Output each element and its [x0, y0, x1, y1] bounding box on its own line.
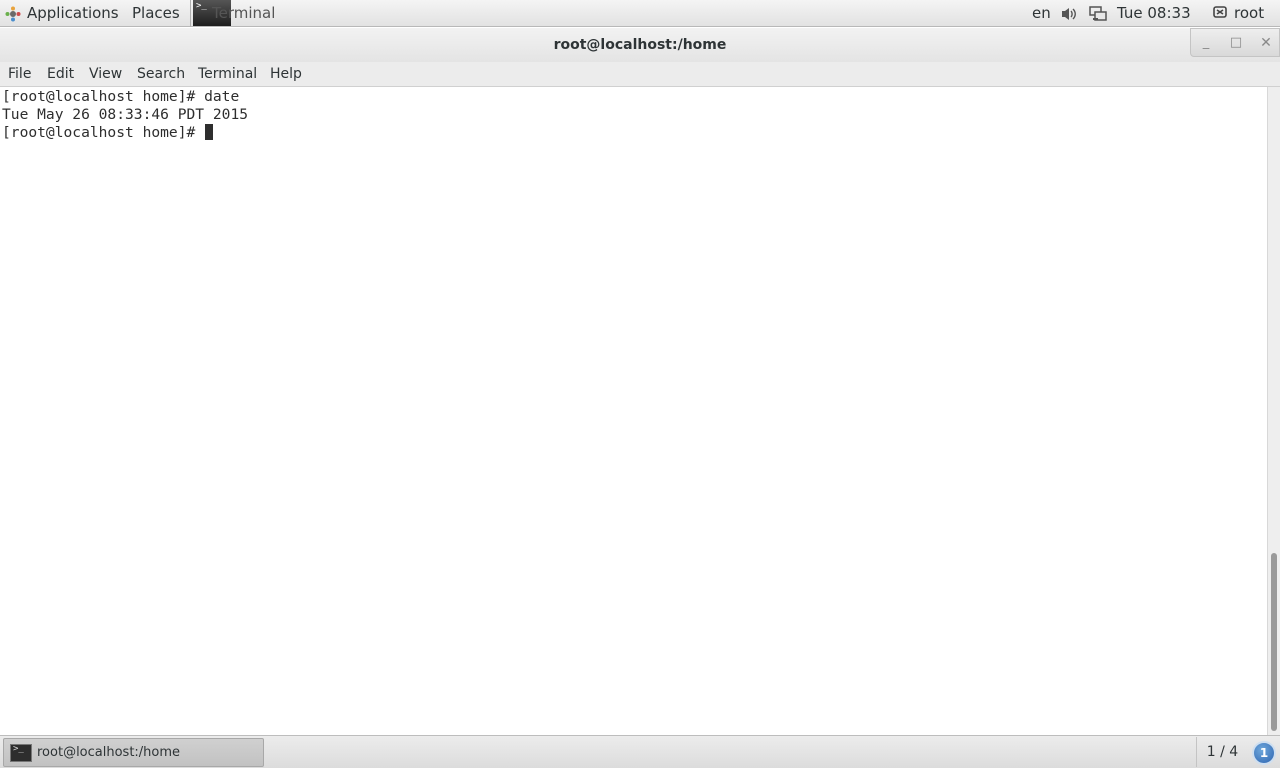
terminal-prompt-line: [root@localhost home]# [2, 124, 214, 142]
workspace-indicator[interactable]: 1 / 4 [1196, 737, 1248, 767]
menu-edit[interactable]: Edit [47, 62, 74, 87]
user-menu[interactable]: root [1234, 0, 1264, 27]
scrollbar-thumb[interactable] [1271, 553, 1277, 731]
menu-search[interactable]: Search [137, 62, 185, 87]
clock[interactable]: Tue 08:33 [1117, 0, 1191, 27]
top-panel: Applications Places >_ Terminal en Tue 0… [0, 0, 1280, 27]
menu-file[interactable]: File [8, 62, 31, 87]
network-icon[interactable] [1089, 6, 1107, 22]
terminal-scrollbar[interactable] [1267, 87, 1280, 735]
terminal-prompt: [root@localhost home]# [2, 124, 205, 141]
menu-terminal[interactable]: Terminal [198, 62, 257, 87]
terminal-line: Tue May 26 08:33:46 PDT 2015 [2, 106, 249, 123]
applications-icon [5, 6, 21, 22]
terminal-icon: >_ [10, 744, 32, 762]
applications-menu[interactable]: Applications [27, 0, 119, 27]
language-indicator[interactable]: en [1032, 0, 1051, 27]
menu-help[interactable]: Help [270, 62, 302, 87]
taskbar-window-button[interactable]: >_ root@localhost:/home [3, 738, 264, 767]
menu-view[interactable]: View [89, 62, 122, 87]
window-controls: _ □ ✕ [1190, 28, 1280, 57]
volume-icon[interactable] [1060, 6, 1078, 22]
close-button[interactable]: ✕ [1251, 29, 1280, 57]
window-titlebar[interactable]: root@localhost:/home [0, 28, 1280, 62]
panel-separator [190, 0, 191, 27]
user-icon[interactable] [1213, 6, 1229, 20]
window-title: root@localhost:/home [553, 37, 727, 53]
terminal-output[interactable]: [root@localhost home]# date Tue May 26 0… [0, 87, 1267, 735]
maximize-button[interactable]: □ [1221, 29, 1251, 57]
active-app-label[interactable]: Terminal [212, 0, 275, 27]
text-cursor [205, 124, 214, 140]
terminal-line: [root@localhost home]# date [2, 88, 240, 105]
places-menu[interactable]: Places [132, 0, 180, 27]
notification-badge[interactable]: 1 [1252, 741, 1276, 765]
minimize-button[interactable]: _ [1191, 29, 1221, 57]
menu-bar: File Edit View Search Terminal Help [0, 62, 1280, 87]
taskbar-window-label: root@localhost:/home [37, 745, 181, 760]
bottom-panel: >_ root@localhost:/home 1 / 4 1 [0, 735, 1280, 768]
